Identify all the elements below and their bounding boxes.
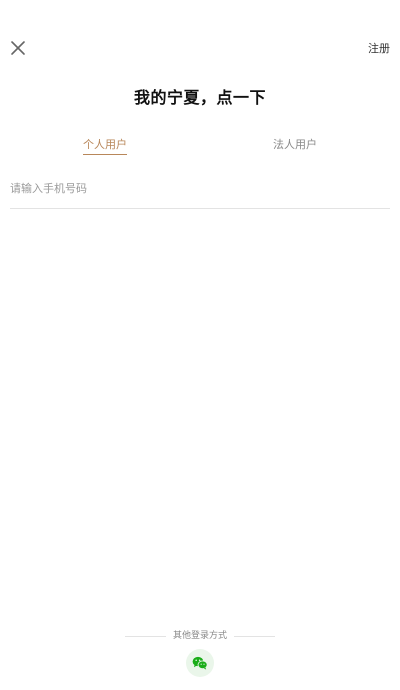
tab-personal-user[interactable]: 个人用户 [83, 138, 127, 155]
register-link[interactable]: 注册 [368, 42, 390, 56]
wechat-login-button[interactable] [186, 649, 214, 677]
other-login-label: 其他登录方式 [173, 631, 228, 641]
page-title: 我的宁夏，点一下 [133, 88, 266, 107]
close-button[interactable] [8, 38, 28, 58]
phone-input[interactable] [10, 178, 390, 198]
wechat-icon [192, 656, 208, 670]
tab-legal-user[interactable]: 法人用户 [273, 138, 317, 152]
divider-line-right [234, 635, 276, 637]
other-login-divider: 其他登录方式 [125, 629, 276, 643]
status-bar [0, 0, 400, 24]
divider-line-left [125, 635, 166, 637]
input-divider [10, 208, 390, 209]
close-icon [11, 41, 25, 55]
